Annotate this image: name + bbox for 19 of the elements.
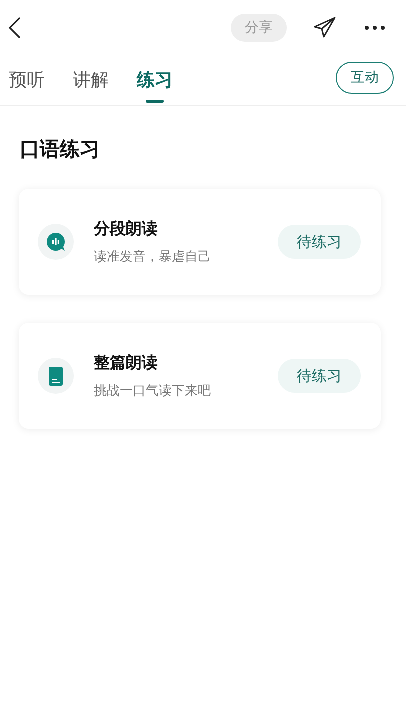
tab[interactable]: 预听 (9, 68, 45, 92)
exercise-card[interactable]: 分段朗读 读准发音，暴虐自己 待练习 (19, 189, 381, 295)
exercise-title: 分段朗读 (94, 218, 159, 240)
tab-indicator (146, 100, 164, 103)
tab[interactable]: 讲解 (73, 68, 109, 92)
status-button[interactable]: 待练习 (278, 359, 361, 393)
exercise-icon (38, 224, 74, 260)
back-icon[interactable] (8, 16, 22, 40)
section-title: 口语练习 (20, 136, 101, 163)
exercise-card[interactable]: 整篇朗读 挑战一口气读下来吧 待练习 (19, 323, 381, 429)
exercise-subtitle: 读准发音，暴虐自己 (94, 248, 212, 266)
status-button[interactable]: 待练习 (278, 225, 361, 259)
interact-button[interactable]: 互动 (336, 62, 394, 94)
exercise-subtitle: 挑战一口气读下来吧 (94, 382, 212, 400)
more-icon[interactable] (364, 25, 386, 31)
tab[interactable]: 练习 (137, 68, 173, 92)
send-icon[interactable] (313, 16, 337, 40)
exercise-icon (38, 358, 74, 394)
exercise-title: 整篇朗读 (94, 352, 159, 374)
